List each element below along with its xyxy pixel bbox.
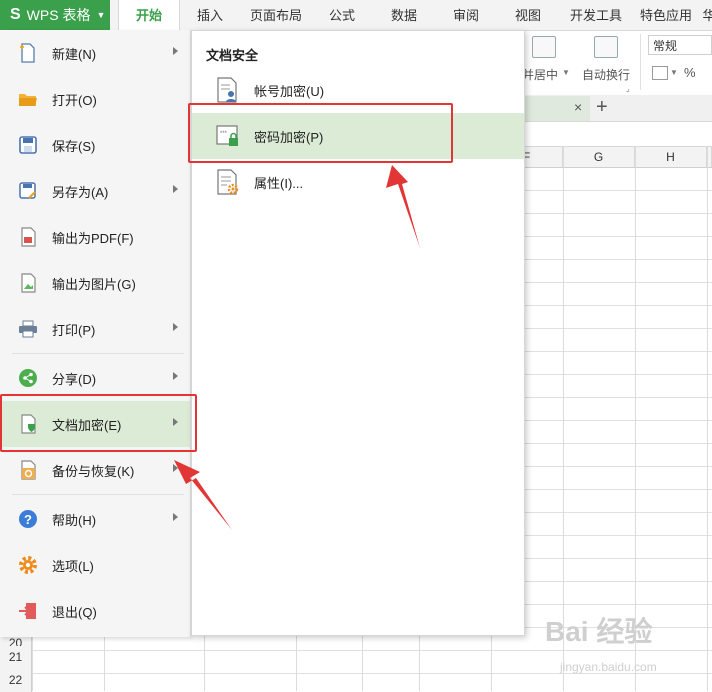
watermark-url: jingyan.baidu.com <box>560 660 657 674</box>
watermark-logo: Bai 经验 <box>545 616 653 647</box>
annotation-arrows <box>174 165 420 530</box>
